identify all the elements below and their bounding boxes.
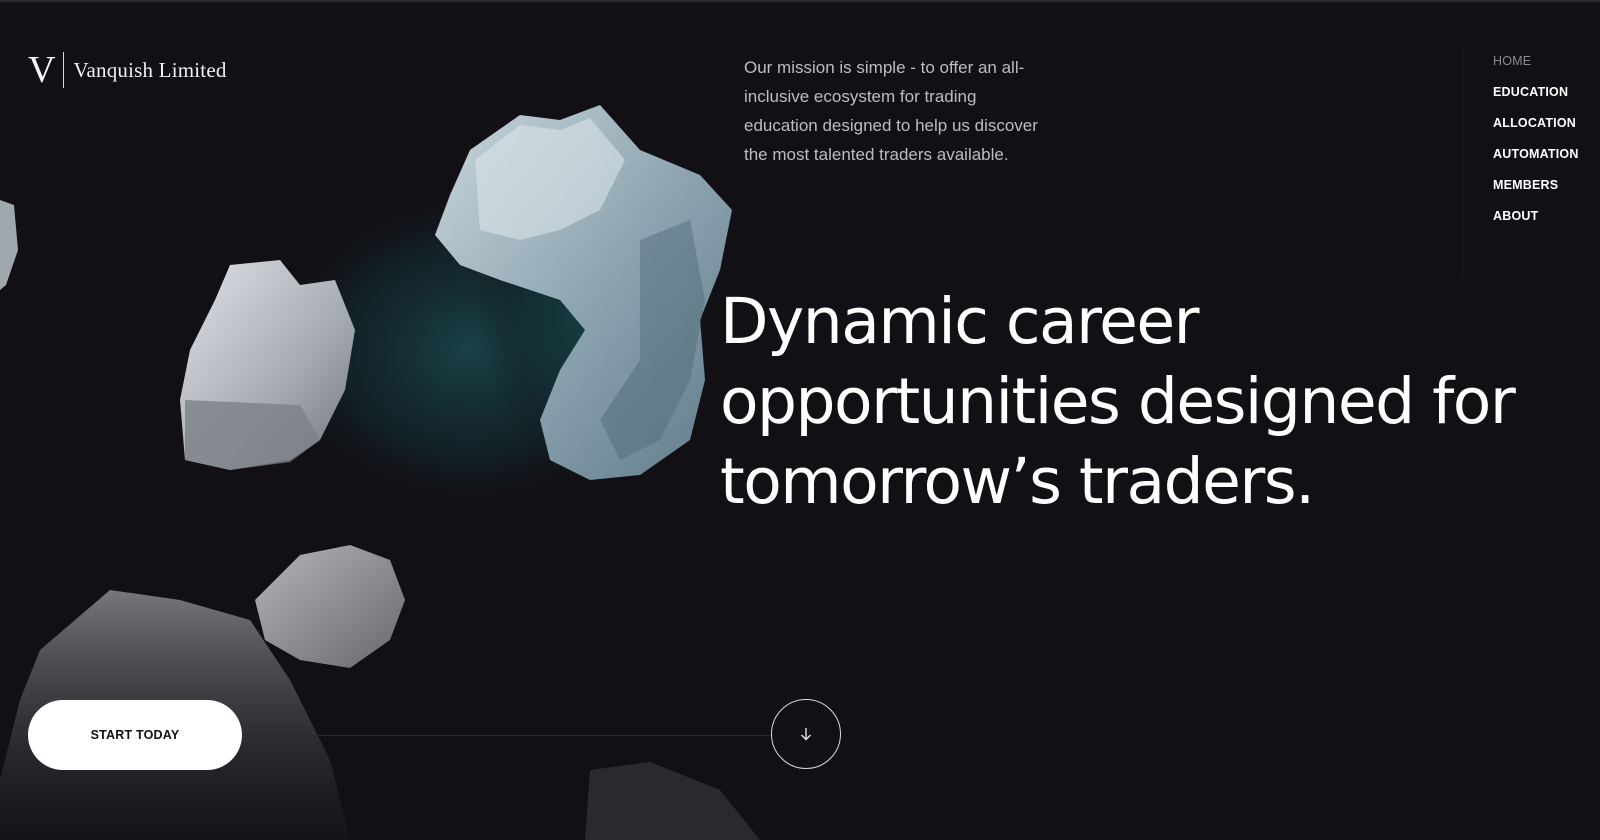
nav-list: HOME EDUCATION ALLOCATION AUTOMATION MEM… xyxy=(1463,48,1593,234)
nav-item-education[interactable]: EDUCATION xyxy=(1493,79,1593,110)
nav-item-automation[interactable]: AUTOMATION xyxy=(1493,141,1593,172)
nav-item-members[interactable]: MEMBERS xyxy=(1493,172,1593,203)
main-nav: HOME EDUCATION ALLOCATION AUTOMATION MEM… xyxy=(1462,48,1593,278)
divider-line xyxy=(242,735,772,736)
nav-item-allocation[interactable]: ALLOCATION xyxy=(1493,110,1593,141)
brand-mark: V xyxy=(28,49,55,91)
nav-item-home[interactable]: HOME xyxy=(1493,48,1593,79)
scroll-down-button[interactable] xyxy=(771,699,841,769)
mission-statement: Our mission is simple - to offer an all-… xyxy=(744,58,1038,164)
brand-logo[interactable]: V Vanquish Limited xyxy=(28,50,227,90)
logo-divider xyxy=(63,52,65,88)
top-border xyxy=(0,0,1600,2)
brand-name: Vanquish Limited xyxy=(73,57,227,82)
nav-item-about[interactable]: ABOUT xyxy=(1493,203,1593,234)
start-today-button[interactable]: START TODAY xyxy=(28,700,242,770)
arrow-down-icon xyxy=(801,728,811,741)
hero-headline: Dynamic career opportunities designed fo… xyxy=(720,285,1516,518)
